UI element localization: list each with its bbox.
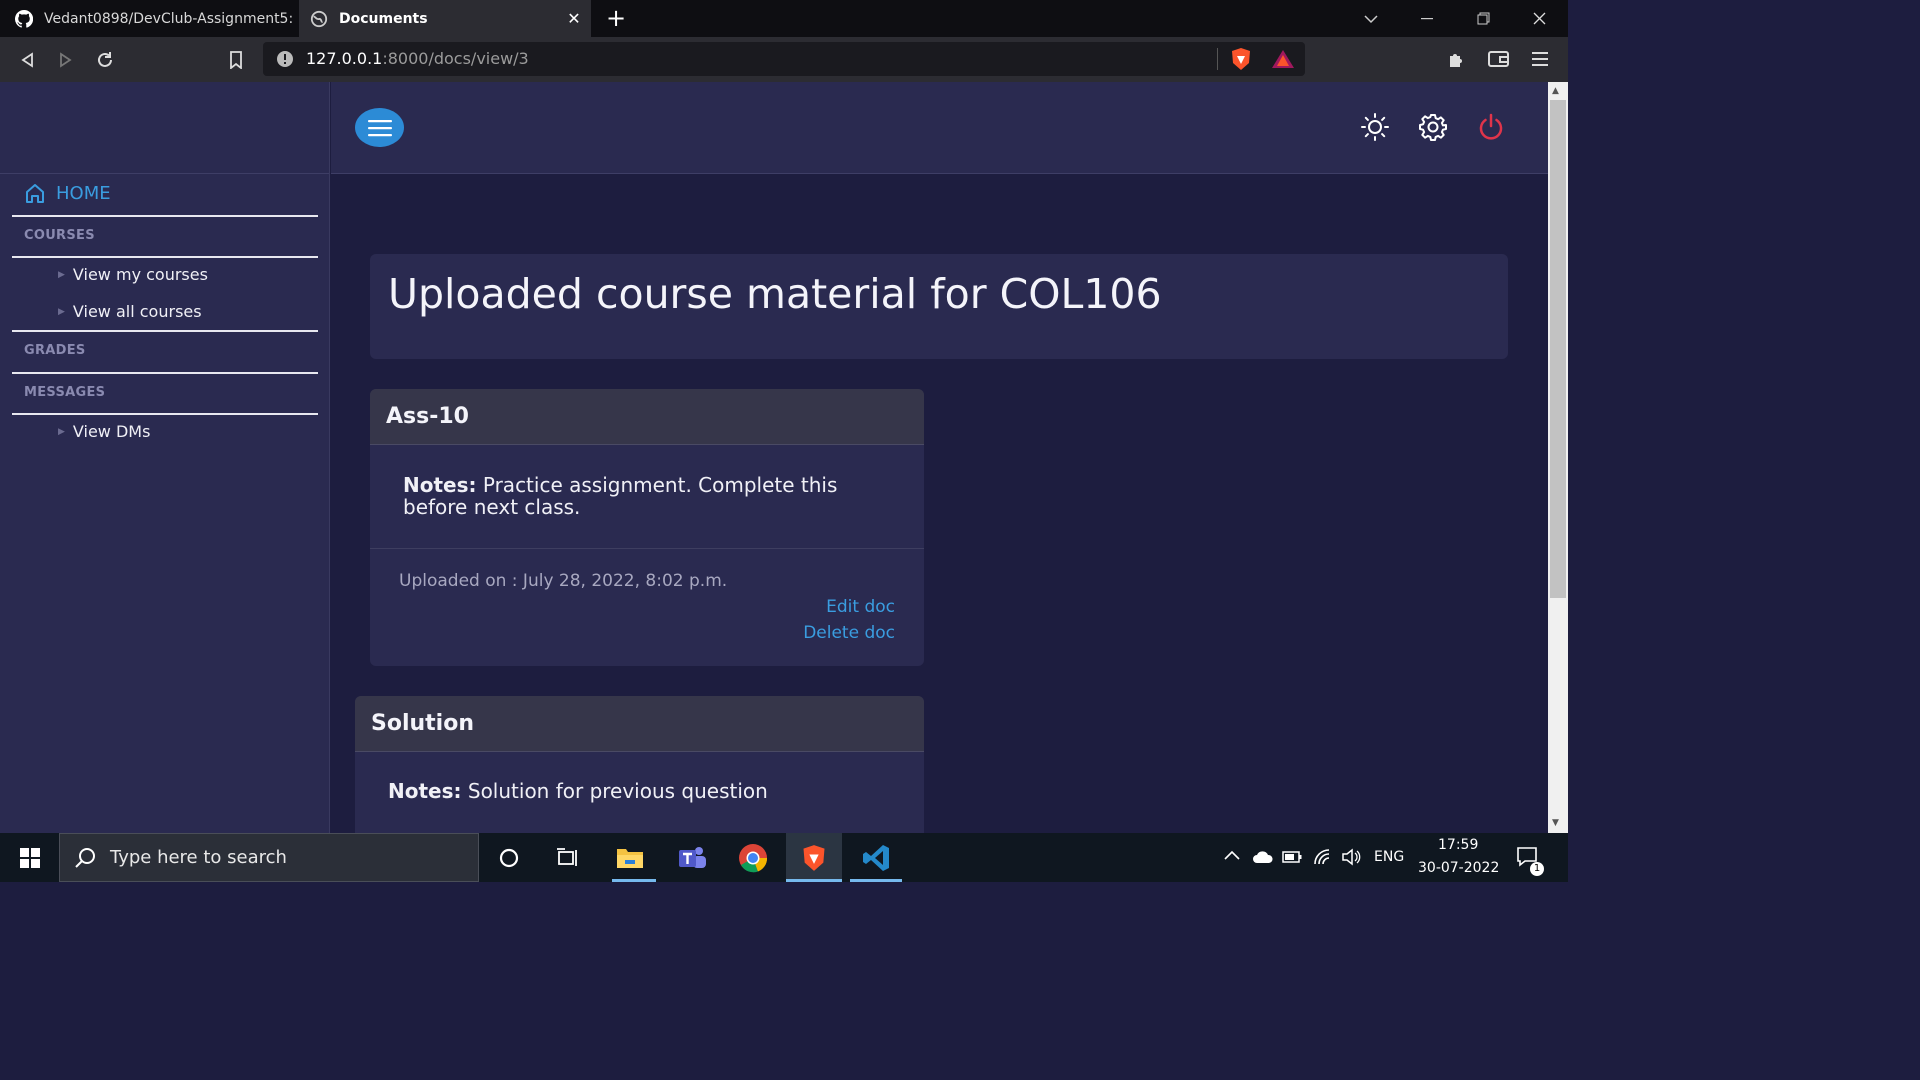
sidebar-brand-area <box>0 82 329 174</box>
sidebar-toggle-button[interactable] <box>355 108 404 147</box>
sidebar-divider <box>12 413 318 415</box>
notes-text: Solution for previous question <box>467 779 768 803</box>
close-tab-icon[interactable]: ✕ <box>563 9 585 28</box>
doc-card: Solution <box>355 696 924 856</box>
volume-icon[interactable] <box>1341 848 1361 870</box>
scroll-up-arrow-icon[interactable]: ▲ <box>1552 86 1559 96</box>
scroll-down-arrow-icon[interactable]: ▼ <box>1552 818 1559 828</box>
language-indicator[interactable]: ENG <box>1374 849 1404 865</box>
home-icon <box>26 184 44 203</box>
vscode-icon[interactable] <box>852 838 900 878</box>
edit-doc-link[interactable]: Edit doc <box>780 597 895 617</box>
show-hidden-icons-chevron-up-icon[interactable] <box>1224 848 1240 864</box>
tab-github[interactable]: Vedant0898/DevClub-Assignment5: Ba <box>0 0 298 37</box>
sidebar-item-view-my-courses[interactable]: ▶ View my courses <box>58 265 208 284</box>
forward-button[interactable] <box>51 45 81 75</box>
file-explorer-icon[interactable] <box>606 838 654 878</box>
onedrive-cloud-icon[interactable] <box>1252 850 1274 868</box>
doc-title: Ass-10 <box>370 389 924 445</box>
battery-icon[interactable] <box>1282 851 1302 867</box>
chevron-right-icon: ▶ <box>58 306 65 317</box>
cortana-icon[interactable] <box>485 838 533 878</box>
notes-label: Notes: <box>403 473 477 497</box>
info-icon[interactable] <box>276 50 294 72</box>
sidebar-heading-messages: MESSAGES <box>24 385 106 400</box>
globe-icon <box>309 9 329 29</box>
clock-date[interactable]: 30-07-2022 <box>1418 860 1499 876</box>
sidebar-divider <box>12 215 318 217</box>
scrollbar-thumb[interactable] <box>1550 100 1566 598</box>
brave-icon[interactable] <box>790 838 838 878</box>
extensions-icon[interactable] <box>1446 48 1468 74</box>
sidebar-divider <box>12 330 318 332</box>
restore-button[interactable] <box>1455 0 1511 37</box>
card-divider <box>370 548 924 549</box>
tab-title: Documents <box>339 10 428 27</box>
sidebar-divider <box>12 256 318 258</box>
sidebar-divider <box>12 372 318 374</box>
back-button[interactable] <box>12 45 42 75</box>
doc-notes: Notes: Solution for previous question <box>388 780 908 802</box>
upload-date: Uploaded on : July 28, 2022, 8:02 p.m. <box>399 571 728 591</box>
active-indicator <box>786 879 842 882</box>
settings-button[interactable] <box>1416 110 1450 144</box>
browser-tab-bar: Vedant0898/DevClub-Assignment5: Ba Docum… <box>0 0 1568 37</box>
active-indicator <box>612 879 656 882</box>
github-icon <box>14 9 34 29</box>
minimize-button[interactable] <box>1399 0 1455 37</box>
page-title: Uploaded course material for COL106 <box>388 270 1162 318</box>
new-tab-button[interactable]: + <box>606 5 626 31</box>
sidebar-item-home[interactable]: HOME <box>24 182 111 204</box>
chrome-icon[interactable] <box>729 838 777 878</box>
bookmark-icon[interactable] <box>221 45 251 75</box>
clock-time[interactable]: 17:59 <box>1438 837 1478 853</box>
start-button[interactable] <box>6 838 54 878</box>
url-divider <box>1217 48 1218 70</box>
brave-rewards-icon[interactable] <box>1271 49 1295 73</box>
doc-title: Solution <box>355 696 924 752</box>
delete-doc-link[interactable]: Delete doc <box>760 623 895 643</box>
teams-icon[interactable] <box>668 838 716 878</box>
wallet-icon[interactable] <box>1488 49 1510 73</box>
sidebar-item-label: HOME <box>56 182 111 204</box>
chevron-right-icon: ▶ <box>58 426 65 437</box>
search-placeholder: Type here to search <box>110 847 287 868</box>
gear-icon <box>1419 114 1447 141</box>
brave-shields-icon[interactable] <box>1230 47 1252 75</box>
sidebar-item-view-dms[interactable]: ▶ View DMs <box>58 422 150 441</box>
url-text[interactable]: 127.0.0.1:8000/docs/view/3 <box>306 48 529 70</box>
menu-icon[interactable] <box>1532 50 1548 72</box>
notes-label: Notes: <box>388 779 462 803</box>
sun-icon <box>1361 113 1389 141</box>
tab-search-icon[interactable] <box>1343 0 1399 37</box>
tab-documents[interactable]: Documents ✕ <box>299 0 591 37</box>
sidebar-heading-grades[interactable]: GRADES <box>24 343 86 358</box>
chevron-right-icon: ▶ <box>58 269 65 280</box>
taskbar-search[interactable]: Type here to search <box>59 833 479 882</box>
reload-button[interactable] <box>90 45 120 75</box>
sidebar-heading-courses: COURSES <box>24 228 95 243</box>
logout-button[interactable] <box>1474 110 1508 144</box>
notification-badge: 1 <box>1530 862 1544 876</box>
sidebar-item-view-all-courses[interactable]: ▶ View all courses <box>58 302 202 321</box>
task-view-icon[interactable] <box>544 838 592 878</box>
power-icon <box>1479 113 1503 140</box>
doc-notes: Notes: Practice assignment. Complete thi… <box>403 474 903 518</box>
wifi-icon[interactable] <box>1313 848 1333 870</box>
tab-title: Vedant0898/DevClub-Assignment5: Ba <box>44 10 298 27</box>
close-window-button[interactable] <box>1511 0 1567 37</box>
sidebar-item-label: View DMs <box>72 422 151 441</box>
active-indicator <box>850 879 902 882</box>
hamburger-icon <box>367 119 392 136</box>
windows-icon <box>20 848 40 868</box>
sidebar-item-label: View all courses <box>72 302 202 321</box>
search-icon <box>75 847 95 868</box>
sidebar-item-label: View my courses <box>72 265 208 284</box>
theme-toggle-button[interactable] <box>1358 110 1392 144</box>
